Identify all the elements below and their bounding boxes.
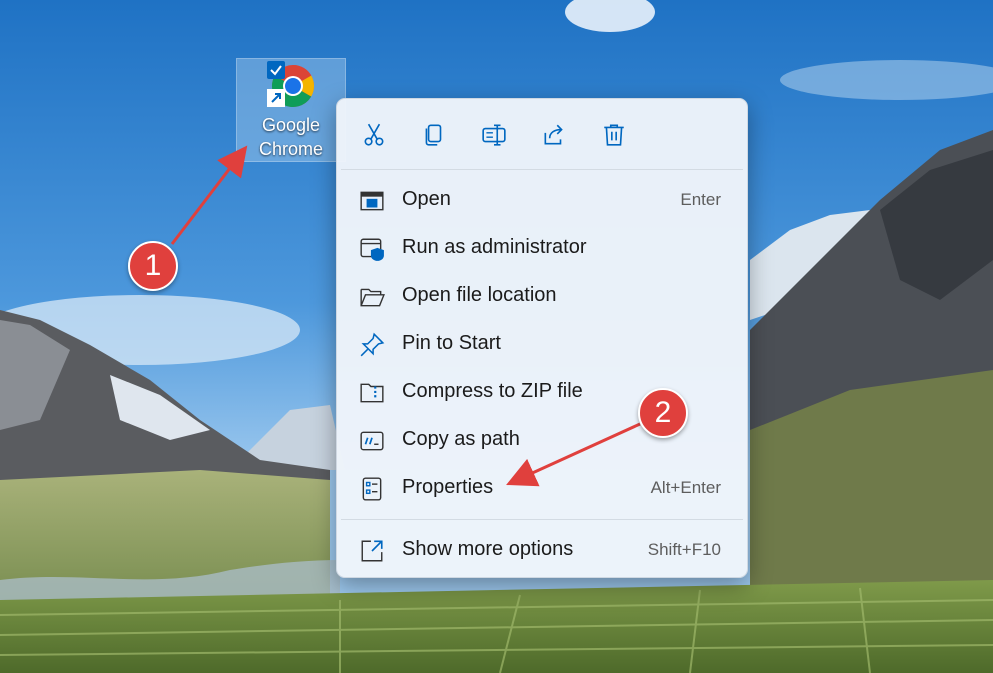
menu-item-shortcut: Shift+F10 xyxy=(647,540,721,559)
menu-item-show-more-options[interactable]: Show more options Shift+F10 xyxy=(341,527,743,573)
copy-path-icon xyxy=(359,428,385,454)
scissors-icon xyxy=(364,123,384,146)
annotation-badge-1: 1 xyxy=(128,241,178,291)
zip-folder-icon xyxy=(359,380,385,406)
menu-item-label: Compress to ZIP file xyxy=(402,380,583,402)
share-button[interactable] xyxy=(534,115,574,155)
rename-icon xyxy=(482,124,506,146)
open-window-icon xyxy=(359,188,385,214)
menu-item-label: Run as administrator xyxy=(402,236,587,258)
cut-button[interactable] xyxy=(354,115,394,155)
checkbox-selected-icon xyxy=(267,61,285,79)
copy-button[interactable] xyxy=(414,115,454,155)
desktop-icon-label-line2: Chrome xyxy=(258,139,324,159)
menu-item-shortcut: Enter xyxy=(680,190,721,209)
properties-icon xyxy=(359,476,385,502)
shortcut-arrow-icon xyxy=(267,89,285,107)
menu-item-run-as-administrator[interactable]: Run as administrator xyxy=(341,225,743,271)
menu-item-shortcut: Alt+Enter xyxy=(650,478,721,497)
menu-separator xyxy=(341,169,743,170)
menu-item-open[interactable]: Open Enter xyxy=(341,177,743,223)
annotation-badge-2: 2 xyxy=(638,388,688,438)
folder-icon xyxy=(359,284,385,310)
context-menu: Open Enter Run as administrator Open fil… xyxy=(336,98,748,578)
menu-item-label: Open file location xyxy=(402,284,557,306)
menu-item-label: Pin to Start xyxy=(402,332,501,354)
quick-action-bar xyxy=(337,99,747,169)
rename-button[interactable] xyxy=(474,115,514,155)
shield-icon xyxy=(359,236,385,262)
menu-item-label: Show more options xyxy=(402,538,574,560)
menu-item-label: Open xyxy=(402,188,451,210)
copy-icon xyxy=(425,124,442,146)
menu-item-pin-to-start[interactable]: Pin to Start xyxy=(341,321,743,367)
more-options-icon xyxy=(359,538,385,564)
desktop-shortcut-google-chrome[interactable]: Google Chrome xyxy=(236,58,346,162)
menu-item-open-file-location[interactable]: Open file location xyxy=(341,273,743,319)
pin-icon xyxy=(359,332,385,358)
desktop-icon-label: Google Chrome xyxy=(237,113,345,161)
desktop: Google Chrome Open Enter Run as administ… xyxy=(0,0,993,673)
delete-button[interactable] xyxy=(594,115,634,155)
menu-item-label: Copy as path xyxy=(402,428,520,450)
trash-icon xyxy=(604,124,624,146)
desktop-icon-label-line1: Google xyxy=(261,115,321,135)
share-icon xyxy=(544,124,563,145)
menu-separator xyxy=(341,519,743,520)
menu-item-properties[interactable]: Properties Alt+Enter xyxy=(341,465,743,511)
menu-item-label: Properties xyxy=(402,476,494,498)
